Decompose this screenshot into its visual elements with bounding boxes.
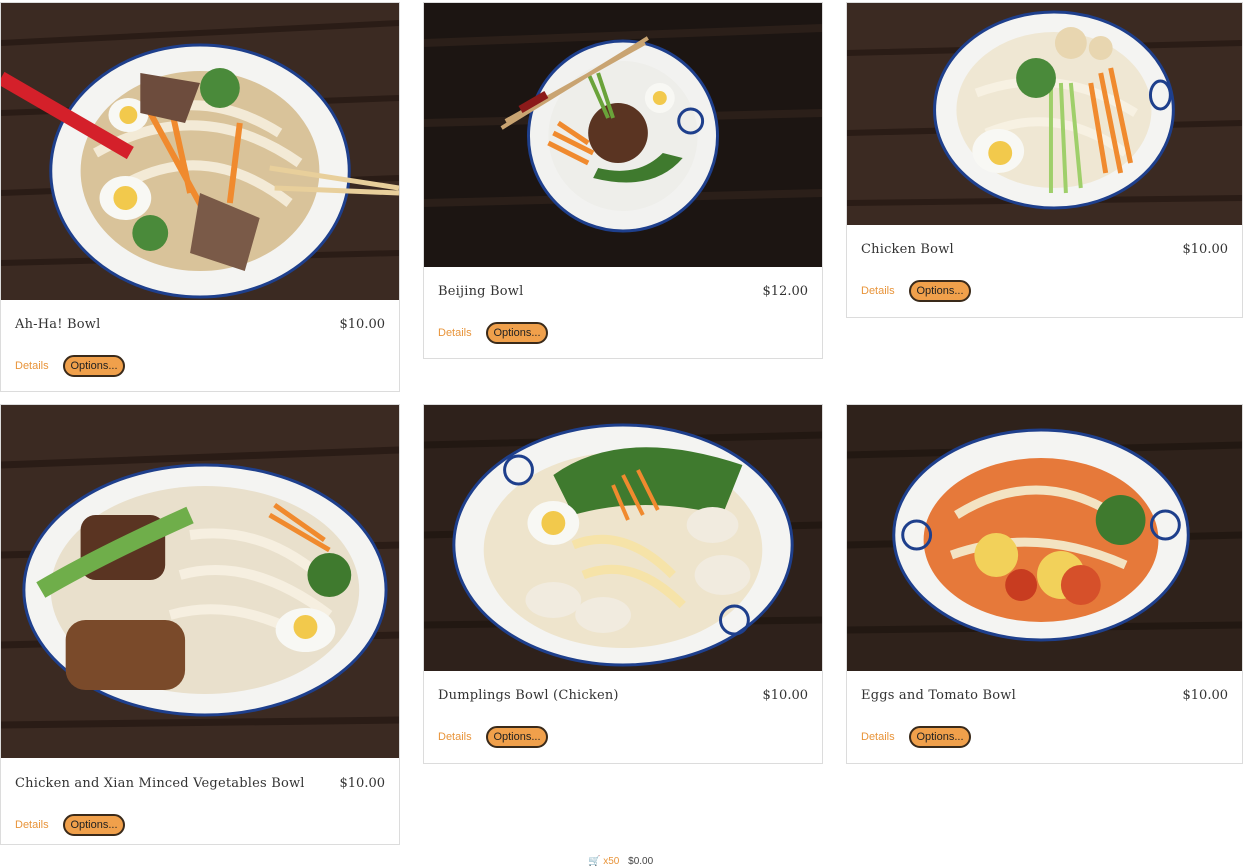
product-name: Beijing Bowl [438,284,524,299]
cart-count: x50 [603,856,620,867]
product-image[interactable] [847,405,1242,671]
product-price: $12.00 [762,284,809,299]
product-price: $10.00 [762,688,809,703]
product-image[interactable] [1,3,399,300]
cart-icon: 🛒 [588,856,601,867]
product-card-chicken-xian-bowl: Chicken and Xian Minced Vegetables Bowl … [0,404,400,845]
product-price: $10.00 [339,776,386,791]
product-name: Dumplings Bowl (Chicken) [438,688,619,703]
product-card-eggs-tomato-bowl: Eggs and Tomato Bowl $10.00 Details Opti… [846,404,1243,764]
options-button[interactable]: Options... [486,726,548,748]
cart-summary[interactable]: 🛒 x50 $0.00 [588,856,653,867]
product-name: Chicken and Xian Minced Vegetables Bowl [15,776,305,791]
options-button[interactable]: Options... [909,280,971,302]
product-name: Ah-Ha! Bowl [15,317,101,332]
product-card-ah-ha-bowl: Ah-Ha! Bowl $10.00 Details Options... [0,2,400,392]
details-link[interactable]: Details [438,731,472,743]
product-price: $10.00 [1182,242,1229,257]
product-name: Chicken Bowl [861,242,954,257]
product-card-dumplings-bowl: Dumplings Bowl (Chicken) $10.00 Details … [423,404,823,764]
cart-total: $0.00 [628,856,654,867]
details-link[interactable]: Details [438,327,472,339]
details-link[interactable]: Details [15,819,49,831]
product-image[interactable] [847,3,1242,225]
options-button[interactable]: Options... [909,726,971,748]
product-image[interactable] [424,405,822,671]
details-link[interactable]: Details [861,731,895,743]
product-image[interactable] [1,405,399,758]
product-price: $10.00 [1182,688,1229,703]
details-link[interactable]: Details [15,360,49,372]
product-card-chicken-bowl: Chicken Bowl $10.00 Details Options... [846,2,1243,318]
options-button[interactable]: Options... [63,814,125,836]
options-button[interactable]: Options... [63,355,125,377]
product-image[interactable] [424,3,822,267]
product-card-beijing-bowl: Beijing Bowl $12.00 Details Options... [423,2,823,359]
details-link[interactable]: Details [861,285,895,297]
options-button[interactable]: Options... [486,322,548,344]
product-price: $10.00 [339,317,386,332]
product-name: Eggs and Tomato Bowl [861,688,1016,703]
